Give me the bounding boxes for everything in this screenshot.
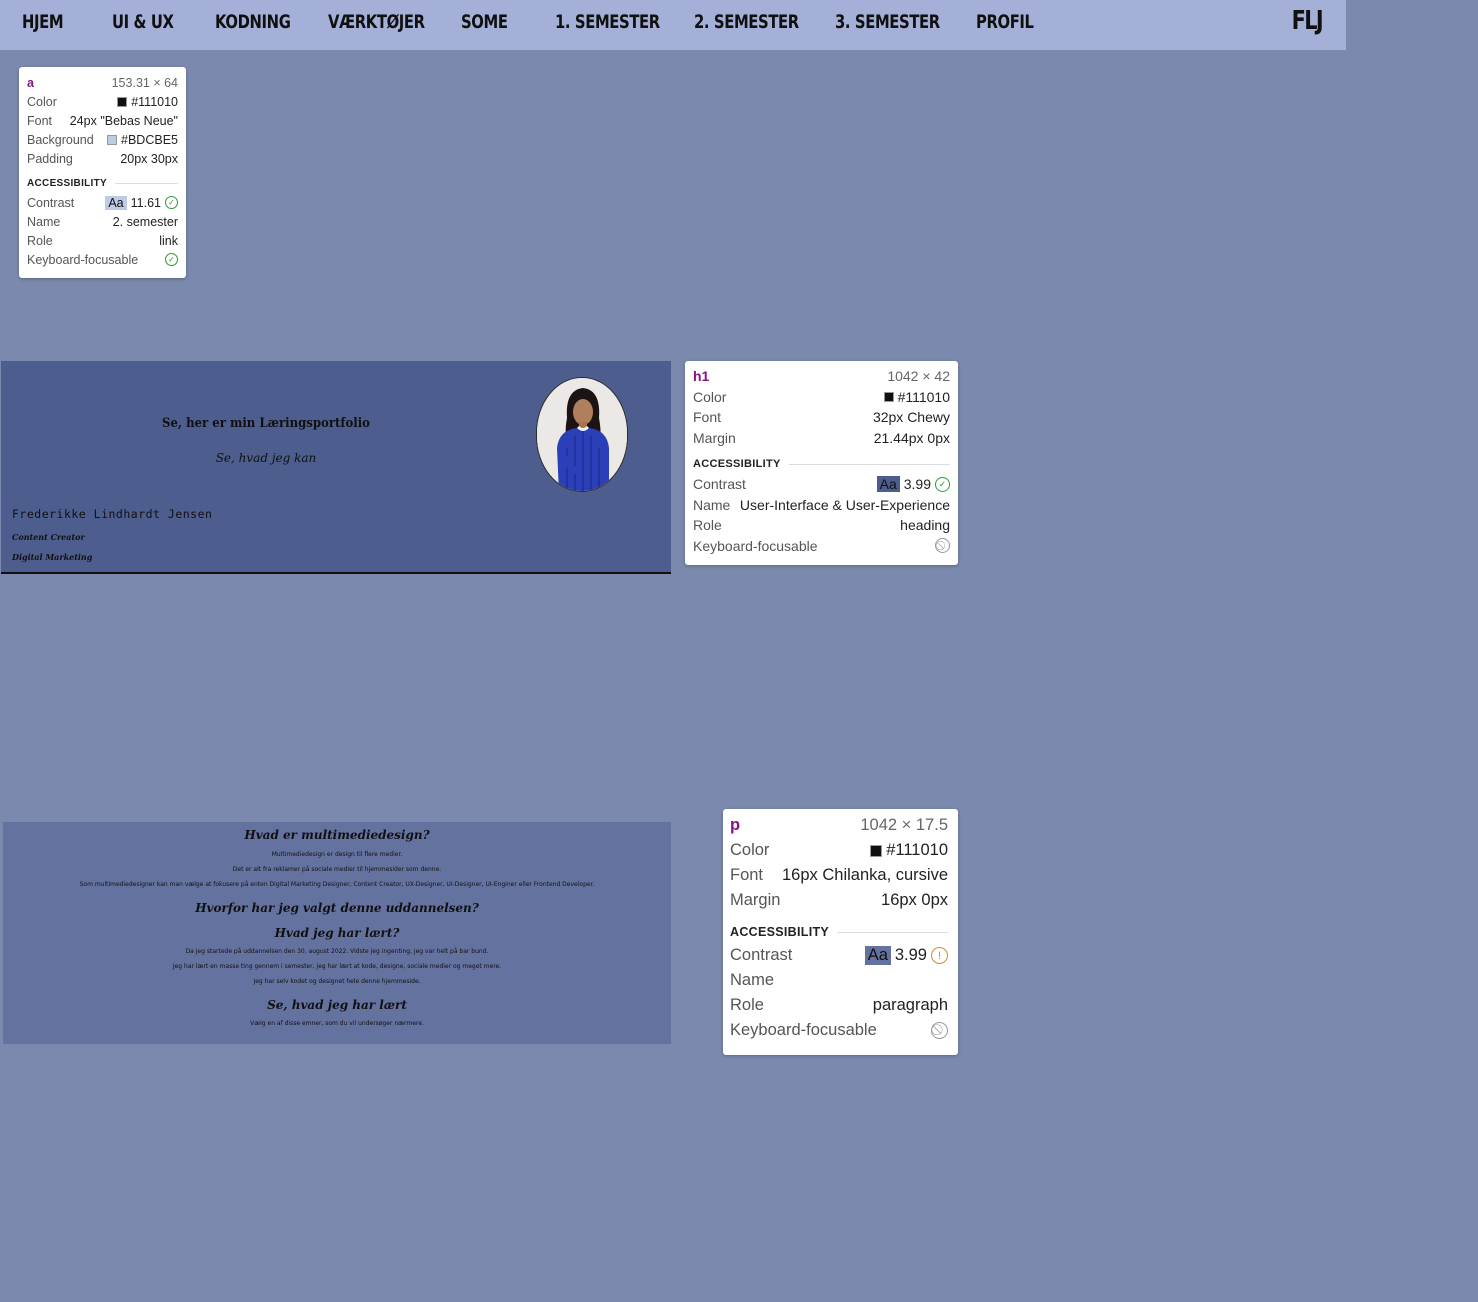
color-label: Color xyxy=(730,841,770,859)
role-label: Role xyxy=(730,996,764,1014)
site-logo[interactable]: FLJ xyxy=(1292,6,1324,36)
element-tag: a xyxy=(27,75,34,90)
font-value: 16px Chilanka, cursive xyxy=(782,866,948,884)
name-value: 2. semester xyxy=(112,214,178,229)
color-label: Color xyxy=(27,94,57,109)
font-value: 32px Chewy xyxy=(872,409,950,426)
color-value: #111010 xyxy=(886,841,948,859)
contrast-sample: Aa xyxy=(864,946,891,965)
contrast-value: 11.61 xyxy=(130,195,161,210)
section-heading: Se, hvad jeg har lært xyxy=(267,998,407,1012)
element-tag: p xyxy=(730,816,741,834)
not-allowed-icon: ⃠ xyxy=(935,538,950,554)
contrast-value: 3.99 xyxy=(903,476,931,493)
nav-link-profil[interactable]: PROFIL xyxy=(976,8,1034,36)
profile-photo xyxy=(536,377,628,492)
font-label: Font xyxy=(693,409,722,426)
paragraph: Vælg en af disse emner, som du vil under… xyxy=(250,1020,424,1027)
about-section: Hvad er multimediedesign? Multimediedesi… xyxy=(3,822,671,1044)
color-value: #111010 xyxy=(131,94,178,109)
contrast-label: Contrast xyxy=(730,946,793,964)
accessibility-heading: ACCESSIBILITY xyxy=(730,925,948,939)
padding-value: 20px 30px xyxy=(120,151,178,166)
nav-link-2-semester[interactable]: 2. SEMESTER xyxy=(694,8,799,36)
element-size: 153.31 × 64 xyxy=(111,75,178,90)
background-swatch xyxy=(107,134,118,145)
paragraph: Jeg har selv kodet og designet hele denn… xyxy=(253,978,421,985)
check-circle-icon: ✓ xyxy=(165,253,178,266)
accessibility-heading: ACCESSIBILITY xyxy=(27,178,178,189)
hero-section: Se, her er min Læringsportfolio Se, hvad… xyxy=(1,361,671,574)
contrast-label: Contrast xyxy=(693,476,746,493)
check-circle-icon: ✓ xyxy=(165,196,178,209)
font-label: Font xyxy=(27,113,53,128)
nav-link-kodning[interactable]: KODNING xyxy=(215,8,291,36)
name-label: Name xyxy=(27,214,61,229)
section-heading: Hvorfor har jeg valgt denne uddannelsen? xyxy=(195,901,479,915)
check-circle-icon: ✓ xyxy=(935,476,950,492)
element-size: 1042 × 42 xyxy=(887,368,950,385)
section-heading: Hvad jeg har lært? xyxy=(274,926,400,940)
inspect-tooltip-link: a 153.31 × 64 Color #111010 Font 24px "B… xyxy=(19,67,186,278)
contrast-sample: Aa xyxy=(105,195,127,210)
background-label: Background xyxy=(27,132,94,147)
margin-value: 16px 0px xyxy=(881,891,948,909)
name-label: Name xyxy=(693,496,731,513)
portrait-illustration xyxy=(537,378,627,491)
name-value: User-Interface & User-Experience xyxy=(739,496,950,513)
padding-label: Padding xyxy=(27,151,73,166)
accessibility-heading: ACCESSIBILITY xyxy=(693,458,950,470)
color-label: Color xyxy=(693,388,727,405)
contrast-sample: Aa xyxy=(876,476,900,493)
inspect-tooltip-heading: h1 1042 × 42 Color #111010 Font 32px Che… xyxy=(685,361,958,565)
nav-link-some[interactable]: SOME xyxy=(461,8,508,36)
font-value: 24px "Bebas Neue" xyxy=(69,113,178,128)
font-label: Font xyxy=(730,866,764,884)
keyboard-focusable-label: Keyboard-focusable xyxy=(730,1021,877,1039)
role-label: Role xyxy=(27,233,53,248)
margin-value: 21.44px 0px xyxy=(873,429,950,446)
role-label: Role xyxy=(693,517,722,534)
margin-label: Margin xyxy=(693,429,736,446)
color-swatch xyxy=(117,96,128,107)
main-nav: HJEM UI & UX KODNING VÆRKTØJER SOME 1. S… xyxy=(0,0,1346,50)
keyboard-focusable-label: Keyboard-focusable xyxy=(693,537,818,554)
hero-subtitle: Se, hvad jeg kan xyxy=(215,451,317,465)
paragraph: Det er alt fra reklamer på sociale medie… xyxy=(232,866,442,873)
nav-link-1-semester[interactable]: 1. SEMESTER xyxy=(555,8,660,36)
element-size: 1042 × 17.5 xyxy=(860,816,948,834)
inspect-tooltip-paragraph: p 1042 × 17.5 Color #111010 Font 16px Ch… xyxy=(723,809,958,1055)
color-swatch xyxy=(870,844,883,857)
not-allowed-icon: ⃠ xyxy=(931,1022,948,1039)
paragraph: Multimediedesign er design til flere med… xyxy=(271,851,403,858)
role-value: paragraph xyxy=(872,996,948,1014)
role-value: link xyxy=(159,233,178,248)
color-value: #111010 xyxy=(897,388,950,405)
nav-link-hjem[interactable]: HJEM xyxy=(22,8,64,36)
background-value: #BDCBE5 xyxy=(121,132,178,147)
element-tag: h1 xyxy=(693,368,710,385)
paragraph: Jeg har lært en masse ting gennem i seme… xyxy=(172,963,502,970)
author-role-content-creator: Content Creator xyxy=(12,532,85,542)
paragraph: Som multimediedesigner kan man vælge at … xyxy=(79,881,595,888)
author-role-digital-marketing: Digital Marketing xyxy=(12,552,93,562)
nav-link-vaerktojer[interactable]: VÆRKTØJER xyxy=(328,8,425,36)
margin-label: Margin xyxy=(730,891,781,909)
nav-link-ui-ux[interactable]: UI & UX xyxy=(112,8,174,36)
color-swatch xyxy=(883,391,894,402)
paragraph: Da jeg startede på uddannelsen den 30. a… xyxy=(185,948,489,955)
contrast-label: Contrast xyxy=(27,195,75,210)
contrast-value: 3.99 xyxy=(894,946,927,964)
hero-title: Se, her er min Læringsportfolio xyxy=(162,416,370,431)
section-heading: Hvad er multimediedesign? xyxy=(244,828,430,842)
warning-circle-icon: ! xyxy=(931,947,948,964)
keyboard-focusable-label: Keyboard-focusable xyxy=(27,252,139,267)
author-name: Frederikke Lindhardt Jensen xyxy=(12,507,213,521)
nav-link-3-semester[interactable]: 3. SEMESTER xyxy=(835,8,940,36)
name-label: Name xyxy=(730,971,775,989)
role-value: heading xyxy=(900,517,950,534)
